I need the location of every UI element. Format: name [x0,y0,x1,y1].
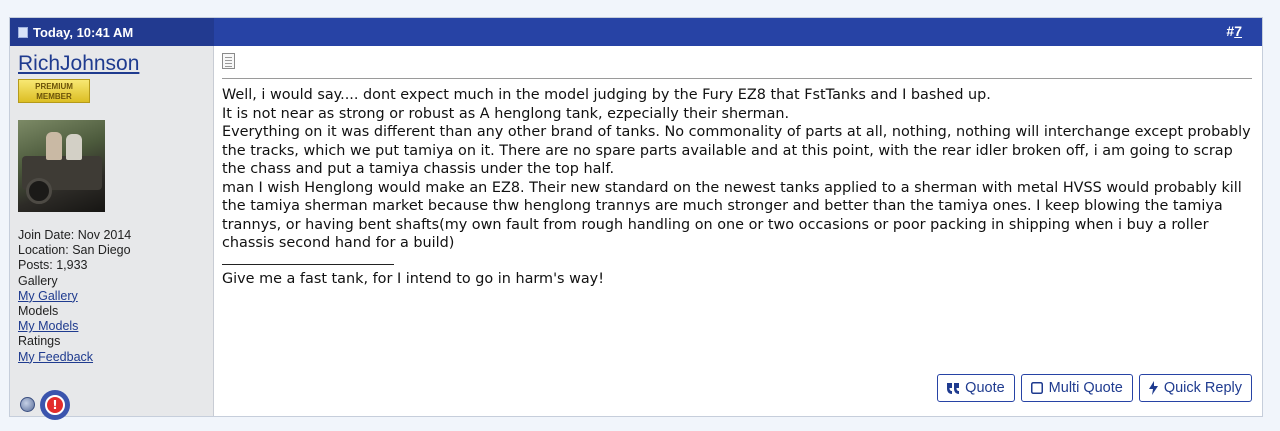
username-link[interactable]: RichJohnson [18,52,139,76]
post-date-icon [18,26,28,38]
my-feedback-link[interactable]: My Feedback [18,350,93,364]
online-status-icon [20,397,35,412]
avatar[interactable] [18,120,105,212]
report-post-button[interactable]: ! [40,390,70,420]
multi-quote-button[interactable]: Multi Quote [1020,374,1133,402]
signature: Give me a fast tank, for I intend to go … [222,270,604,287]
location: Location: San Diego [18,243,131,258]
user-info-panel: RichJohnson PREMIUM MEMBER Join Date: No… [10,46,214,420]
premium-member-badge: PREMIUM MEMBER [18,79,90,103]
my-models-link[interactable]: My Models [18,319,78,333]
message-line: It is not near as strong or robust as A … [222,105,790,122]
quick-reply-label: Quick Reply [1163,380,1242,396]
post-content: Well, i would say.... dont expect much i… [222,46,1252,416]
models-label: Models [18,304,59,319]
signature-divider [222,263,394,265]
join-date: Join Date: Nov 2014 [18,228,132,242]
post-number: #7 [1226,23,1242,39]
quote-icon [947,382,960,394]
post-message: Well, i would say.... dont expect much i… [222,86,1252,288]
quick-reply-button[interactable]: Quick Reply [1138,374,1252,402]
post-actions: Quote Multi Quote Quick Reply [937,374,1252,402]
quote-label: Quote [965,380,1005,396]
post-date-bar: Today, 10:41 AM [10,18,214,46]
message-line: man I wish Henglong would make an EZ8. T… [222,179,1242,252]
message-line: Well, i would say.... dont expect much i… [222,87,991,103]
report-post-icon: ! [45,395,65,415]
message-line: Everything on it was different than any … [222,124,1251,177]
multi-quote-checkbox-icon [1030,382,1043,394]
content-divider [222,78,1252,79]
user-details: Join Date: Nov 2014 Location: San Diego … [18,228,131,365]
my-gallery-link[interactable]: My Gallery [18,289,78,303]
quick-reply-bolt-icon [1148,381,1158,395]
ratings-label: Ratings [18,334,61,349]
multi-quote-label: Multi Quote [1048,380,1123,396]
forum-post: Today, 10:41 AM #7 RichJohnson PREMIUM M… [9,17,1263,420]
post-count: Posts: 1,933 [18,258,88,273]
badge-line-1: PREMIUM [35,82,73,91]
post-header: Today, 10:41 AM #7 [10,18,1262,46]
post-date: Today, 10:41 AM [33,24,134,40]
badge-line-2: MEMBER [36,92,72,101]
quote-button[interactable]: Quote [937,374,1015,402]
post-icon [222,53,235,69]
post-number-link[interactable]: 7 [1234,23,1242,39]
gallery-label: Gallery [18,273,58,288]
